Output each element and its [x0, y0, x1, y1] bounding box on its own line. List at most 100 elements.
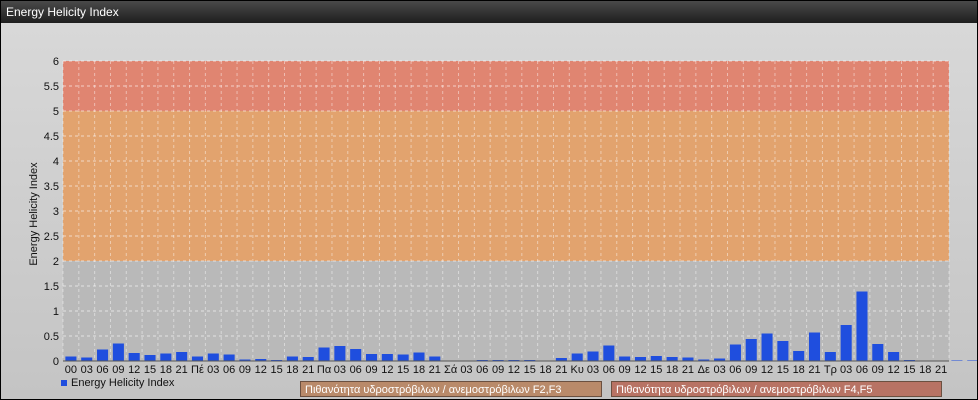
x-tick-label: 21: [555, 364, 567, 376]
x-tick-label: 09: [492, 364, 504, 376]
x-tick-label: 09: [745, 364, 757, 376]
x-tick-label: Κυ: [571, 364, 584, 376]
x-tick-label: 21: [682, 364, 694, 376]
data-bar: [634, 357, 647, 361]
data-bar: [112, 343, 124, 361]
x-tick-label: 06: [603, 364, 615, 376]
x-tick-label: 09: [239, 364, 251, 376]
data-bar: [365, 354, 378, 361]
x-tick-label: 21: [429, 364, 441, 376]
data-bar: [872, 344, 884, 361]
y-tick-label: 4.5: [44, 131, 59, 143]
x-tick-label: Πα: [317, 364, 332, 376]
chart-legend[interactable]: Energy Helicity Index: [61, 377, 174, 389]
data-bar: [429, 356, 441, 361]
y-tick-label: 6: [53, 56, 59, 68]
x-tick-label: 03: [840, 364, 852, 376]
x-tick-label: 18: [160, 364, 172, 376]
data-bar: [191, 356, 204, 361]
y-tick-label: 2: [53, 256, 59, 268]
x-tick-label: 12: [255, 364, 267, 376]
x-tick-label: 21: [808, 364, 820, 376]
data-bar: [808, 332, 821, 361]
data-bar: [951, 360, 963, 361]
y-tick-label: 1: [53, 306, 59, 318]
data-bar: [318, 347, 330, 361]
data-bar: [967, 360, 977, 361]
data-bar: [381, 354, 393, 361]
x-tick-label: 15: [524, 364, 536, 376]
data-bar: [223, 354, 235, 361]
x-tick-label: 06: [856, 364, 868, 376]
x-tick-label: Σά: [444, 364, 458, 376]
x-tick-label: 03: [207, 364, 219, 376]
x-tick-label: 21: [302, 364, 314, 376]
y-tick-label: 3: [53, 206, 59, 218]
data-bar: [666, 357, 678, 361]
x-tick-label: 15: [144, 364, 156, 376]
y-tick-label: 5: [53, 106, 59, 118]
x-tick-label: 12: [128, 364, 140, 376]
data-bar: [793, 351, 805, 361]
data-bar: [603, 345, 615, 361]
x-tick-label: 03: [334, 364, 346, 376]
x-tick-label: 03: [460, 364, 472, 376]
x-tick-label: 00: [65, 364, 77, 376]
x-tick-label: 06: [350, 364, 362, 376]
data-bar: [587, 351, 599, 361]
x-tick-label: 12: [888, 364, 900, 376]
data-bar: [888, 352, 900, 361]
legend-swatch: [61, 380, 67, 386]
chart-window: Energy Helicity Index 0 0.5 1 1.5 2 2.5 3 3.5 4 4…: [0, 0, 978, 400]
data-bar: [761, 333, 773, 361]
data-bar: [745, 339, 757, 361]
data-bar: [856, 291, 868, 361]
x-tick-label: 12: [381, 364, 393, 376]
x-tick-label: Τρ: [824, 364, 837, 376]
data-bar: [207, 353, 219, 361]
data-bar: [286, 356, 298, 361]
x-tick-label: 03: [81, 364, 93, 376]
x-tick-label: 09: [872, 364, 884, 376]
x-tick-label: 06: [96, 364, 108, 376]
data-bar: [619, 356, 631, 361]
x-tick-label: 12: [634, 364, 646, 376]
data-bar: [840, 325, 852, 361]
zone-legend-f4-f5[interactable]: Πιθανότητα υδροστρόβιλων / ανεμοστρόβιλω…: [611, 381, 942, 397]
x-tick-label: 18: [539, 364, 551, 376]
x-tick-label: 03: [587, 364, 599, 376]
data-bar: [824, 352, 836, 361]
x-tick-label: 12: [508, 364, 520, 376]
x-tick-label: Πέ: [191, 364, 204, 376]
data-bar: [160, 353, 172, 361]
data-bar: [176, 352, 188, 361]
x-tick-label: 09: [365, 364, 377, 376]
x-tick-label: 15: [903, 364, 915, 376]
y-tick-label: 2.5: [44, 231, 59, 243]
x-tick-label: 21: [935, 364, 947, 376]
x-tick-label: 06: [223, 364, 235, 376]
data-bar: [128, 353, 140, 361]
data-bar: [65, 356, 77, 361]
x-tick-label: 18: [793, 364, 805, 376]
data-bar: [777, 341, 789, 361]
data-bar: [729, 344, 741, 361]
y-tick-label: 1.5: [44, 281, 59, 293]
x-tick-label: 18: [919, 364, 931, 376]
zone-legend-f2-f3[interactable]: Πιθανότητα υδροστρόβιλων / ανεμοστρόβιλω…: [300, 381, 602, 397]
x-tick-label: 21: [176, 364, 188, 376]
y-tick-label: 5.5: [44, 81, 59, 93]
y-axis-label: Energy Helicity Index: [28, 162, 40, 266]
window-title: Energy Helicity Index: [1, 1, 977, 23]
x-tick-label: 18: [286, 364, 298, 376]
x-tick-label: 18: [413, 364, 425, 376]
x-tick-label: 06: [476, 364, 488, 376]
y-tick-label: 0.5: [44, 331, 59, 343]
x-tick-label: 15: [397, 364, 409, 376]
data-bar: [334, 346, 346, 361]
y-tick-label: 4: [53, 156, 59, 168]
data-bar: [413, 352, 425, 361]
y-tick-label: 0: [53, 356, 59, 368]
data-bar: [97, 349, 109, 361]
data-bar: [302, 357, 314, 361]
